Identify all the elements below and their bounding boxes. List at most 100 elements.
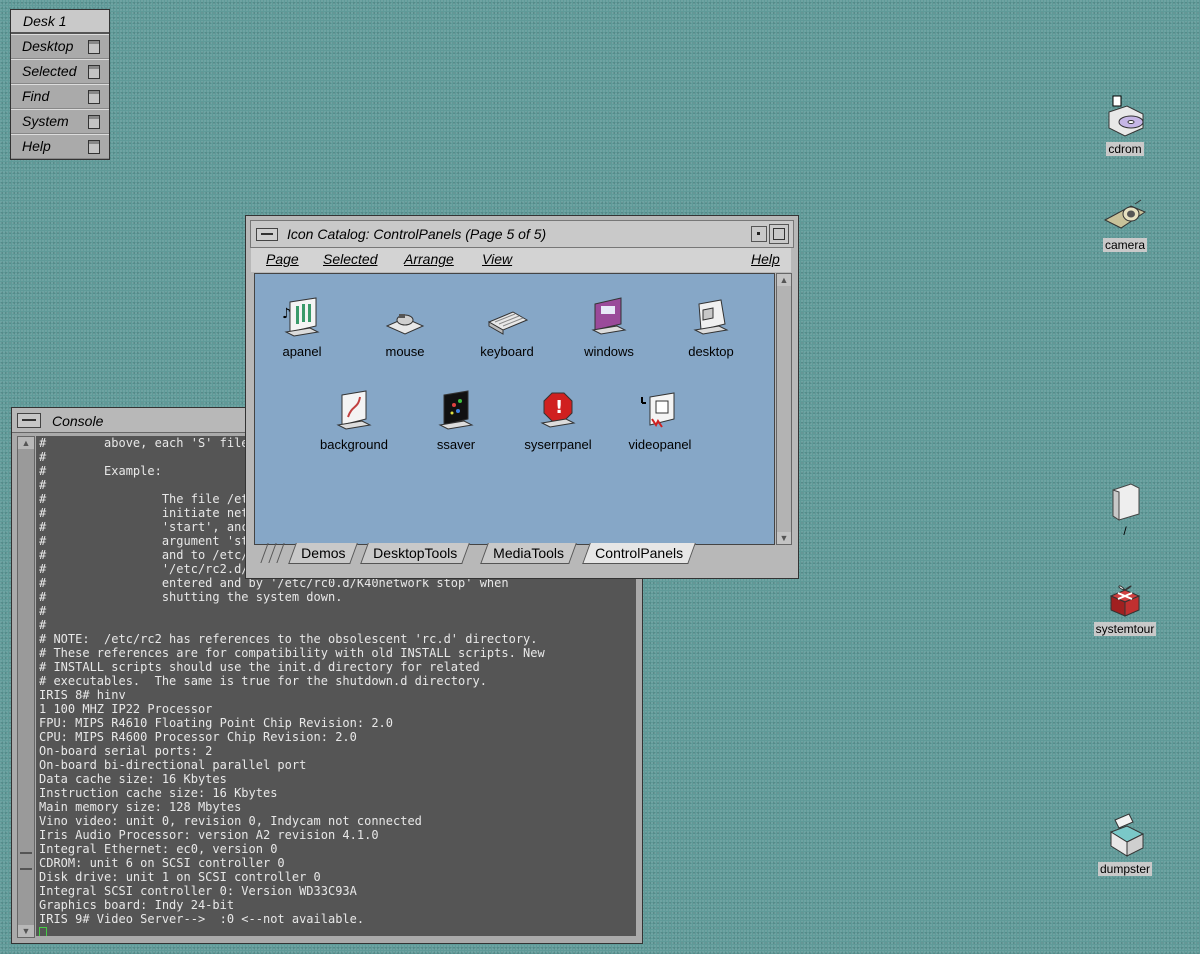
console-line: # shutting the system down. [39,590,343,604]
error-stop-icon: ! [540,392,576,428]
tab-mediatools[interactable]: MediaTools [480,543,577,564]
menu-arrange[interactable]: Arrange [404,251,454,267]
scroll-down-icon[interactable]: ▼ [18,925,34,937]
console-line: # executables. The same is true for the … [39,674,487,688]
console-line: # [39,618,47,632]
tab-label: DesktopTools [373,545,458,561]
catalog-icon-label: keyboard [480,344,534,359]
toolchest-item-desktop[interactable]: Desktop [11,34,109,59]
toolchest-item-system[interactable]: System [11,109,109,134]
menu-page[interactable]: Page [266,251,299,267]
scroll-up-icon[interactable]: ▲ [18,437,34,449]
maximize-button[interactable] [769,224,789,244]
video-panel-icon [641,392,675,428]
tab-demos[interactable]: Demos [288,543,359,564]
console-line: IRIS 8# hinv [39,688,126,702]
tab-desktoptools[interactable]: DesktopTools [360,543,470,564]
tab-stubs [254,543,288,563]
catalog-icon-label: ssaver [436,437,476,452]
console-line: Graphics board: Indy 24-bit [39,898,235,912]
desktop-icon-cdrom[interactable]: cdrom [1085,94,1165,158]
console-line: 1 100 MHZ IP22 Processor [39,702,213,716]
console-line: # These references are for compatibility… [39,646,545,660]
tab-label: ControlPanels [595,545,684,561]
console-line: Integral SCSI controller 0: Version WD33… [39,884,357,898]
screensaver-icon [438,390,474,430]
console-line: FPU: MIPS R4610 Floating Point Chip Revi… [39,716,394,730]
toolchest-item-label: Find [22,88,50,104]
tab-label: Demos [301,545,346,561]
folder-icon [1112,483,1140,521]
catalog-menubar: Page Selected Arrange View Help [251,248,791,272]
gift-box-icon [1109,585,1141,617]
console-cursor-line [39,926,636,936]
console-title: Console [52,413,104,429]
svg-text:♪: ♪ [282,306,291,322]
cascade-icon [88,115,100,129]
audio-panel-icon: ♪ [282,297,320,337]
window-menu-button[interactable] [256,228,278,241]
catalog-icon-videopanel[interactable]: videopanel [615,389,705,452]
menu-help[interactable]: Help [751,251,780,267]
desktop-icon-root[interactable]: / [1085,480,1165,540]
console-line: # NOTE: /etc/rc2 has references to the o… [39,632,538,646]
console-line: Disk drive: unit 1 on SCSI controller 0 [39,870,321,884]
menu-view[interactable]: View [482,251,512,267]
desktop-icon-systemtour[interactable]: systemtour [1085,580,1165,638]
tab-controlpanels[interactable]: ControlPanels [582,543,696,564]
desktop-panel-icon [693,299,729,335]
console-line: Vino video: unit 0, revision 0, Indycam … [39,814,422,828]
catalog-titlebar[interactable]: Icon Catalog: ControlPanels (Page 5 of 5… [250,220,794,248]
catalog-title: Icon Catalog: ControlPanels (Page 5 of 5… [287,226,547,242]
catalog-icon-mouse[interactable]: mouse [360,296,450,359]
catalog-icon-syserrpanel[interactable]: ! syserrpanel [513,389,603,452]
window-menu-button[interactable] [17,413,41,428]
desktop-icon-label: cdrom [1106,142,1144,156]
desktop-icon-label: camera [1102,238,1147,252]
catalog-icon-area: ♪ apanel mouse keyboard windows desktop … [254,273,775,545]
console-line: On-board serial ports: 2 [39,744,213,758]
catalog-icon-label: videopanel [628,437,692,452]
catalog-icon-keyboard[interactable]: keyboard [462,296,552,359]
console-line: CDROM: unit 6 on SCSI controller 0 [39,856,285,870]
console-line: Instruction cache size: 16 Kbytes [39,786,278,800]
catalog-icon-label: syserrpanel [524,437,592,452]
menu-selected[interactable]: Selected [323,251,377,267]
console-line: On-board bi-directional parallel port [39,758,307,772]
background-icon [336,390,372,430]
catalog-icon-desktop[interactable]: desktop [666,296,756,359]
minimize-button[interactable] [751,226,767,242]
catalog-scrollbar[interactable]: ▲ ▼ [776,273,792,545]
desktop-icon-dumpster[interactable]: dumpster [1085,812,1165,878]
icon-catalog-window[interactable]: Icon Catalog: ControlPanels (Page 5 of 5… [245,215,799,579]
catalog-icon-windows[interactable]: windows [564,296,654,359]
keyboard-icon [487,311,529,335]
console-scrollbar[interactable]: ▲ ▼ [17,436,35,938]
toolchest-item-selected[interactable]: Selected [11,59,109,84]
console-line: Iris Audio Processor: version A2 revisio… [39,828,379,842]
toolchest-item-help[interactable]: Help [11,134,109,159]
cascade-icon [88,65,100,79]
mouse-icon [385,314,425,335]
cascade-icon [88,40,100,54]
console-line: Data cache size: 16 Kbytes [39,772,227,786]
catalog-tabs: Demos DesktopTools MediaTools ControlPan… [254,543,790,567]
toolchest-item-find[interactable]: Find [11,84,109,109]
dumpster-icon [1109,813,1145,857]
toolchest-item-label: Desktop [22,38,74,54]
cdrom-icon [1108,95,1144,137]
desktop-icon-label: dumpster [1097,862,1153,876]
console-line: Integral Ethernet: ec0, version 0 [39,842,278,856]
toolchest-title[interactable]: Desk 1 [11,10,109,34]
cascade-icon [88,90,100,104]
catalog-icon-ssaver[interactable]: ssaver [411,389,501,452]
scroll-thumb[interactable] [20,852,32,870]
console-line: CPU: MIPS R4600 Processor Chip Revision:… [39,730,357,744]
desktop-icon-camera[interactable]: camera [1085,196,1165,254]
catalog-icon-background[interactable]: background [309,389,399,452]
catalog-icon-label: desktop [688,344,734,359]
cursor-icon [39,926,47,936]
catalog-icon-apanel[interactable]: ♪ apanel [257,296,347,359]
scroll-up-icon[interactable]: ▲ [777,274,791,286]
camera-icon [1103,199,1147,229]
